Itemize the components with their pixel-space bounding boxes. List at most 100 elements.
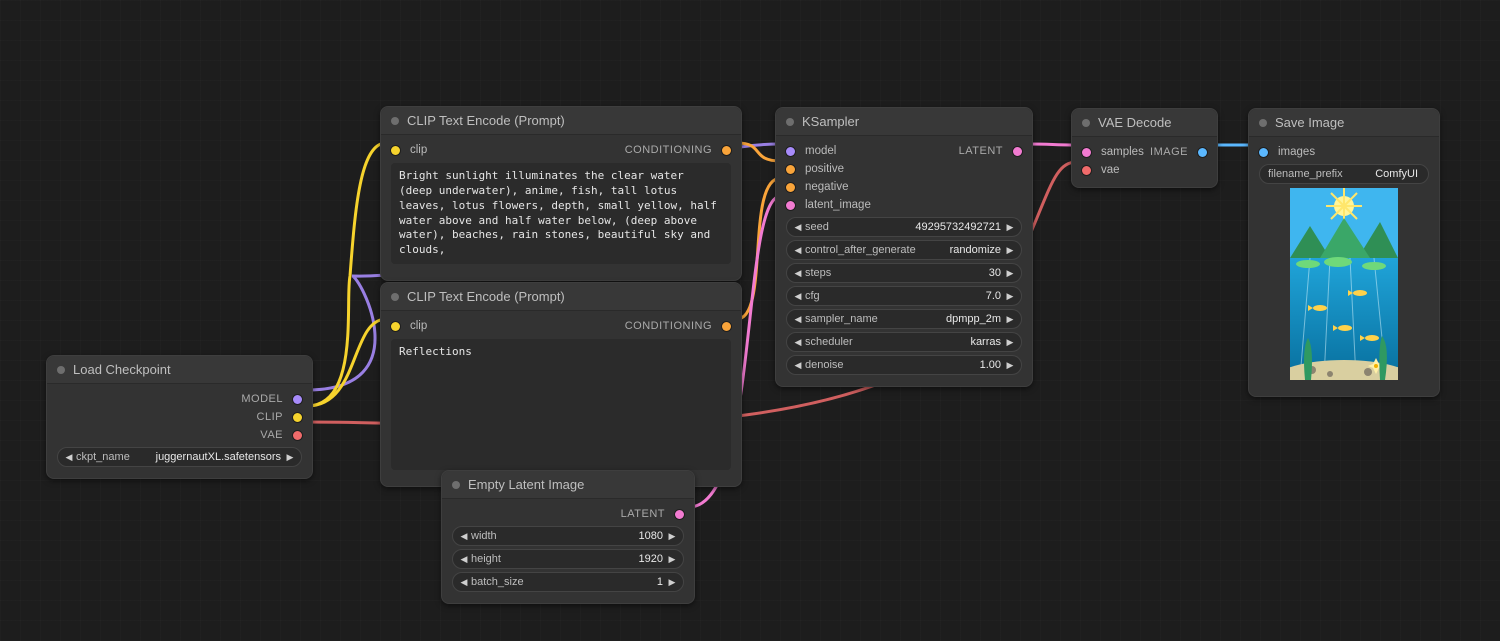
collapse-icon[interactable] — [391, 117, 399, 125]
collapse-icon[interactable] — [1082, 119, 1090, 127]
collapse-icon[interactable] — [57, 366, 65, 374]
chevron-left-icon[interactable]: ◀ — [459, 531, 469, 542]
chevron-left-icon[interactable]: ◀ — [64, 452, 74, 463]
widget-control-after-generate[interactable]: ◀ control_after_generate randomize ▶ — [786, 240, 1022, 260]
node-title: Empty Latent Image — [468, 477, 584, 492]
collapse-icon[interactable] — [391, 293, 399, 301]
widget-label: height — [471, 553, 501, 565]
node-ksampler[interactable]: KSampler model LATENT positive negative … — [775, 107, 1033, 387]
node-load-checkpoint[interactable]: Load Checkpoint MODEL CLIP VAE ◀ ckpt_na… — [46, 355, 313, 479]
port-vae-in[interactable] — [1082, 166, 1091, 175]
node-header[interactable]: Empty Latent Image — [442, 471, 694, 499]
node-title: CLIP Text Encode (Prompt) — [407, 113, 565, 128]
node-title: Load Checkpoint — [73, 362, 171, 377]
chevron-right-icon[interactable]: ▶ — [285, 452, 295, 463]
widget-label: filename_prefix — [1268, 168, 1343, 180]
port-latent-in[interactable] — [786, 201, 795, 210]
port-images-in[interactable] — [1259, 148, 1268, 157]
chevron-right-icon[interactable]: ▶ — [667, 554, 677, 565]
chevron-right-icon[interactable]: ▶ — [1005, 222, 1015, 233]
collapse-icon[interactable] — [1259, 119, 1267, 127]
widget-label: denoise — [805, 359, 844, 371]
chevron-left-icon[interactable]: ◀ — [793, 222, 803, 233]
port-clip-out[interactable] — [293, 413, 302, 422]
node-save-image[interactable]: Save Image images filename_prefix ComfyU… — [1248, 108, 1440, 397]
input-label: negative — [805, 181, 848, 193]
input-label: clip — [410, 320, 427, 332]
chevron-left-icon[interactable]: ◀ — [793, 337, 803, 348]
chevron-right-icon[interactable]: ▶ — [1005, 291, 1015, 302]
widget-steps[interactable]: ◀ steps 30 ▶ — [786, 263, 1022, 283]
chevron-right-icon[interactable]: ▶ — [667, 577, 677, 588]
widget-height[interactable]: ◀ height 1920 ▶ — [452, 549, 684, 569]
chevron-right-icon[interactable]: ▶ — [1005, 268, 1015, 279]
chevron-left-icon[interactable]: ◀ — [459, 554, 469, 565]
prompt-textarea[interactable] — [391, 163, 731, 264]
chevron-left-icon[interactable]: ◀ — [793, 268, 803, 279]
widget-label: batch_size — [471, 576, 524, 588]
output-label: CONDITIONING — [625, 144, 712, 156]
collapse-icon[interactable] — [786, 118, 794, 126]
widget-batch-size[interactable]: ◀ batch_size 1 ▶ — [452, 572, 684, 592]
port-latent-out[interactable] — [675, 510, 684, 519]
output-label: CLIP — [257, 411, 283, 423]
collapse-icon[interactable] — [452, 481, 460, 489]
chevron-right-icon[interactable]: ▶ — [1005, 314, 1015, 325]
node-clip-text-encode-negative[interactable]: CLIP Text Encode (Prompt) clip CONDITION… — [380, 282, 742, 487]
chevron-left-icon[interactable]: ◀ — [793, 291, 803, 302]
chevron-left-icon[interactable]: ◀ — [459, 577, 469, 588]
node-title: CLIP Text Encode (Prompt) — [407, 289, 565, 304]
node-header[interactable]: Save Image — [1249, 109, 1439, 137]
widget-value: ComfyUI — [1349, 168, 1418, 180]
widget-scheduler[interactable]: ◀ scheduler karras ▶ — [786, 332, 1022, 352]
chevron-right-icon[interactable]: ▶ — [1005, 337, 1015, 348]
widget-value: 1 — [530, 576, 663, 588]
node-header[interactable]: VAE Decode — [1072, 109, 1217, 137]
chevron-right-icon[interactable]: ▶ — [1005, 245, 1015, 256]
node-vae-decode[interactable]: VAE Decode samples IMAGE vae — [1071, 108, 1218, 188]
widget-label: control_after_generate — [805, 244, 916, 256]
widget-filename-prefix[interactable]: filename_prefix ComfyUI — [1259, 164, 1429, 184]
port-samples-in[interactable] — [1082, 148, 1091, 157]
input-label: vae — [1101, 164, 1120, 176]
port-vae-out[interactable] — [293, 431, 302, 440]
widget-sampler-name[interactable]: ◀ sampler_name dpmpp_2m ▶ — [786, 309, 1022, 329]
widget-label: seed — [805, 221, 829, 233]
node-title: KSampler — [802, 114, 859, 129]
chevron-left-icon[interactable]: ◀ — [793, 245, 803, 256]
node-header[interactable]: CLIP Text Encode (Prompt) — [381, 283, 741, 311]
node-header[interactable]: Load Checkpoint — [47, 356, 312, 384]
port-model-out[interactable] — [293, 395, 302, 404]
widget-label: width — [471, 530, 497, 542]
port-image-out[interactable] — [1198, 148, 1207, 157]
port-latent-out[interactable] — [1013, 147, 1022, 156]
output-label: LATENT — [959, 145, 1003, 157]
chevron-left-icon[interactable]: ◀ — [793, 360, 803, 371]
output-label: LATENT — [621, 508, 665, 520]
widget-value: 1.00 — [850, 359, 1001, 371]
widget-denoise[interactable]: ◀ denoise 1.00 ▶ — [786, 355, 1022, 375]
prompt-textarea[interactable] — [391, 339, 731, 470]
port-clip-in[interactable] — [391, 146, 400, 155]
widget-ckpt-name[interactable]: ◀ ckpt_name juggernautXL.safetensors ▶ — [57, 447, 302, 467]
node-header[interactable]: CLIP Text Encode (Prompt) — [381, 107, 741, 135]
port-conditioning-out[interactable] — [722, 322, 731, 331]
port-model-in[interactable] — [786, 147, 795, 156]
node-empty-latent-image[interactable]: Empty Latent Image LATENT ◀ width 1080 ▶… — [441, 470, 695, 604]
chevron-left-icon[interactable]: ◀ — [793, 314, 803, 325]
widget-label: cfg — [805, 290, 820, 302]
chevron-right-icon[interactable]: ▶ — [1005, 360, 1015, 371]
port-conditioning-out[interactable] — [722, 146, 731, 155]
widget-width[interactable]: ◀ width 1080 ▶ — [452, 526, 684, 546]
widget-seed[interactable]: ◀ seed 49295732492721 ▶ — [786, 217, 1022, 237]
widget-value: juggernautXL.safetensors — [136, 451, 281, 463]
node-graph-canvas[interactable]: Load Checkpoint MODEL CLIP VAE ◀ ckpt_na… — [0, 0, 1500, 641]
widget-cfg[interactable]: ◀ cfg 7.0 ▶ — [786, 286, 1022, 306]
input-label: latent_image — [805, 199, 871, 211]
port-negative-in[interactable] — [786, 183, 795, 192]
node-clip-text-encode-positive[interactable]: CLIP Text Encode (Prompt) clip CONDITION… — [380, 106, 742, 281]
node-header[interactable]: KSampler — [776, 108, 1032, 136]
chevron-right-icon[interactable]: ▶ — [667, 531, 677, 542]
port-clip-in[interactable] — [391, 322, 400, 331]
port-positive-in[interactable] — [786, 165, 795, 174]
